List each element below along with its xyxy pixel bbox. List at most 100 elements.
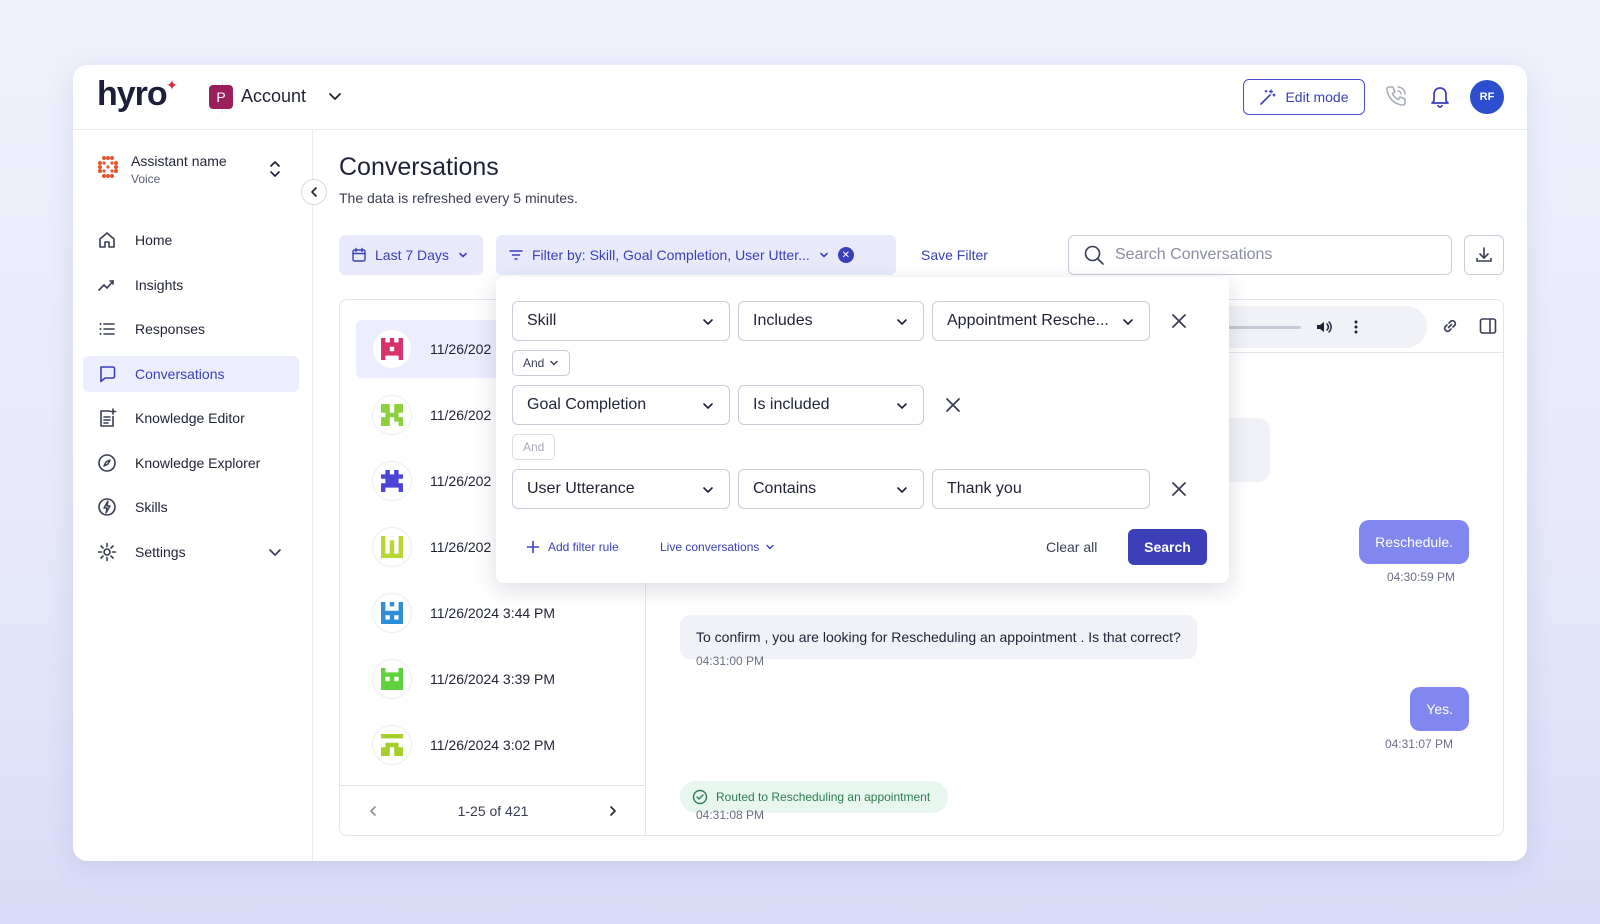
- search-conversations[interactable]: [1068, 235, 1452, 275]
- connector-select: And: [512, 434, 556, 460]
- sidebar-item-settings[interactable]: Settings: [83, 534, 299, 570]
- message-timestamp: 04:30:59 PM: [1386, 570, 1455, 584]
- close-icon[interactable]: [942, 394, 964, 416]
- sidebar-item-insights[interactable]: Insights: [83, 267, 299, 303]
- sidebar-item-skills[interactable]: Skills: [83, 489, 299, 525]
- rule-value-select[interactable]: Appointment Resche...: [932, 301, 1150, 341]
- rule-value-input[interactable]: Thank you: [932, 469, 1150, 509]
- account-name[interactable]: Account: [241, 86, 306, 107]
- search-icon: [1084, 245, 1104, 265]
- side-panel-icon[interactable]: [1478, 316, 1498, 336]
- pixel-avatar-icon: [381, 734, 403, 756]
- plus-icon: [526, 540, 540, 554]
- conversation-avatar: [372, 725, 412, 765]
- date-range-label: Last 7 Days: [375, 247, 449, 263]
- conversation-avatar: [372, 659, 412, 699]
- filter-summary-chip[interactable]: Filter by: Skill, Goal Completion, User …: [496, 235, 896, 275]
- pagination-label: 1-25 of 421: [457, 802, 529, 819]
- conversation-time: 11/26/202: [430, 407, 492, 423]
- sidebar-item-home[interactable]: Home: [83, 222, 299, 258]
- connector-label: And: [523, 356, 545, 370]
- chevron-down-icon: [819, 252, 828, 258]
- user-avatar[interactable]: RF: [1470, 80, 1504, 114]
- conversation-time: 11/26/2024 3:39 PM: [430, 671, 556, 687]
- conversation-avatar: [372, 461, 412, 501]
- add-filter-rule-button[interactable]: Add filter rule: [526, 540, 619, 554]
- search-input[interactable]: [1115, 246, 1415, 264]
- list-item[interactable]: 11/26/2024 3:39 PM: [356, 650, 634, 708]
- rule-operator-value: Is included: [753, 396, 830, 413]
- magic-wand-icon: [1260, 89, 1277, 105]
- compass-icon: [98, 453, 116, 472]
- rule-operator-select[interactable]: Includes: [738, 301, 924, 341]
- clear-filter-icon[interactable]: ✕: [837, 247, 854, 263]
- hyro-logo[interactable]: hyro ✦: [97, 75, 178, 114]
- chat-icon: [100, 365, 116, 382]
- page-title: Conversations: [339, 153, 499, 181]
- download-button[interactable]: [1464, 235, 1504, 275]
- volume-icon[interactable]: [1315, 318, 1333, 336]
- gear-icon: [97, 542, 117, 561]
- conversation-time: 11/26/202: [430, 539, 492, 555]
- conversation-avatar: [372, 593, 412, 633]
- pixel-avatar-icon: [381, 602, 403, 624]
- account-badge: P: [209, 85, 233, 109]
- save-filter-link[interactable]: Save Filter: [921, 247, 988, 263]
- chevron-down-icon: [703, 487, 713, 493]
- sidebar-item-label: Responses: [135, 321, 206, 337]
- collapse-sidebar-button[interactable]: [301, 179, 327, 205]
- rule-operator-select[interactable]: Contains: [738, 469, 924, 509]
- filter-icon: [509, 250, 523, 260]
- sidebar-item-knowledge-explorer[interactable]: Knowledge Explorer: [83, 445, 299, 481]
- assistant-name[interactable]: Assistant name: [131, 153, 227, 169]
- sidebar-item-label: Home: [135, 232, 173, 248]
- assistant-icon: [98, 156, 118, 178]
- link-icon[interactable]: [1440, 316, 1460, 336]
- conversation-time: 11/26/2024 3:02 PM: [430, 737, 556, 753]
- chevron-down-icon: [550, 360, 559, 366]
- sidebar-item-conversations[interactable]: Conversations: [83, 355, 299, 392]
- pixel-avatar-icon: [381, 338, 403, 360]
- conversation-avatar: [372, 395, 412, 435]
- phone-icon[interactable]: [1383, 83, 1409, 109]
- conversation-avatar: [372, 527, 412, 567]
- rule-field-value: User Utterance: [527, 480, 635, 497]
- rule-field-select[interactable]: Skill: [512, 301, 730, 341]
- chevron-right-icon[interactable]: [606, 804, 620, 818]
- sidebar-item-label: Conversations: [135, 365, 225, 382]
- close-icon[interactable]: [1168, 310, 1190, 332]
- list-item[interactable]: 11/26/2024 3:44 PM: [356, 584, 634, 642]
- bell-icon[interactable]: [1427, 83, 1453, 109]
- chevron-down-icon: [703, 403, 713, 409]
- chevron-down-icon: [897, 487, 907, 493]
- rule-field-select[interactable]: Goal Completion: [512, 385, 730, 425]
- chevron-down-icon[interactable]: [267, 544, 283, 560]
- sidebar-item-knowledge-editor[interactable]: Knowledge Editor: [83, 400, 299, 436]
- sort-icon[interactable]: [267, 159, 283, 179]
- sidebar-item-responses[interactable]: Responses: [83, 311, 299, 347]
- pixel-avatar-icon: [381, 404, 403, 426]
- more-vertical-icon[interactable]: [1347, 318, 1365, 336]
- sidebar-item-label: Insights: [135, 276, 184, 293]
- rule-field-select[interactable]: User Utterance: [512, 469, 730, 509]
- bot-message: To confirm , you are looking for Resched…: [680, 615, 1197, 659]
- home-icon: [99, 232, 115, 248]
- list-item[interactable]: 11/26/2024 3:02 PM: [356, 716, 634, 774]
- edit-mode-button[interactable]: Edit mode: [1243, 79, 1365, 115]
- conversation-time: 11/26/2024 3:44 PM: [430, 605, 556, 621]
- chevron-down-icon: [1123, 319, 1133, 325]
- chevron-left-icon: [311, 187, 317, 197]
- search-button[interactable]: Search: [1128, 529, 1207, 565]
- conversation-scope-select[interactable]: Live conversations: [660, 540, 775, 554]
- date-range-filter[interactable]: Last 7 Days: [339, 235, 483, 275]
- audio-progress-track[interactable]: [1221, 326, 1301, 329]
- chevron-down-icon: [897, 319, 907, 325]
- rule-operator-select[interactable]: Is included: [738, 385, 924, 425]
- connector-select[interactable]: And: [512, 350, 571, 376]
- clear-all-button[interactable]: Clear all: [1046, 539, 1097, 555]
- chevron-left-icon[interactable]: [366, 804, 380, 818]
- calendar-icon: [352, 247, 366, 262]
- chevron-down-icon[interactable]: [326, 87, 344, 105]
- close-icon[interactable]: [1168, 478, 1190, 500]
- rule-operator-value: Includes: [753, 312, 813, 329]
